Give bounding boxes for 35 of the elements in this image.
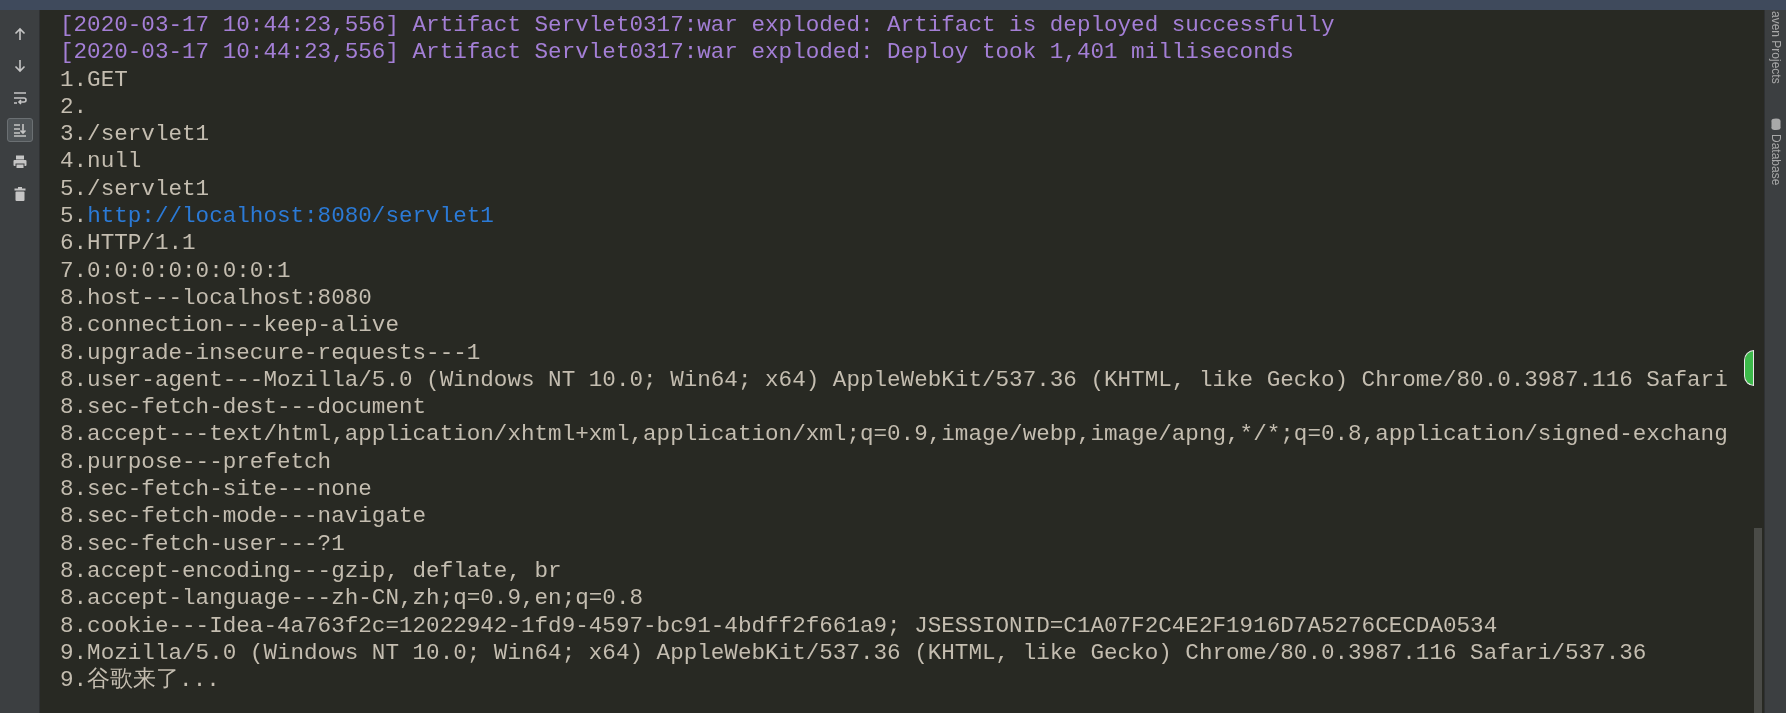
url-link[interactable]: http://localhost:8080/servlet1 bbox=[87, 203, 494, 231]
output-line: 6.HTTP/1.1 bbox=[60, 230, 196, 258]
status-indicator-icon bbox=[1744, 350, 1754, 386]
output-line: 4.null bbox=[60, 148, 142, 176]
log-line: [2020-03-17 10:44:23,556] Artifact Servlet0317:war exploded: Artifact is deployed successfully bbox=[60, 12, 1335, 40]
output-line: 8.user-agent---Mozilla/5.0 (Windows NT 10.0; Win64; x64) AppleWebKit/537.36 (KHTML, like Gecko) Chrome/80.0.3987.116 Safari bbox=[60, 366, 1728, 395]
scroll-to-end-icon bbox=[11, 122, 28, 138]
output-line: 8.sec-fetch-dest---document bbox=[60, 394, 427, 422]
output-line: 3./servlet1 bbox=[60, 121, 210, 149]
output-line: 8.accept---text/html,application/xhtml+xml,application/xml;q=0.9,image/webp,image/apng,*/*;q=0.8,application/signed-exchang bbox=[60, 421, 1728, 449]
output-line: 9.谷歌来了... bbox=[60, 667, 220, 695]
log-line: [2020-03-17 10:44:23,556] Artifact Servlet0317:war exploded: Deploy took 1,401 milliseconds bbox=[60, 39, 1294, 67]
output-line: 8.accept-language---zh-CN,zh;q=0.9,en;q=0.8 bbox=[60, 585, 643, 613]
output-line: 1.GET bbox=[60, 66, 128, 94]
database-icon bbox=[1770, 117, 1781, 130]
side-tab[interactable]: aven Projects bbox=[1766, 11, 1785, 84]
line-prefix: 5. bbox=[60, 203, 88, 231]
output-line: 7.0:0:0:0:0:0:0:1 bbox=[60, 257, 291, 285]
output-line: 8.purpose---prefetch bbox=[60, 448, 332, 477]
output-line: 9.Mozilla/5.0 (Windows NT 10.0; Win64; x64) AppleWebKit/537.36 (KHTML, like Gecko) Chrome/80.0.3987.116 Safari/537.36 bbox=[60, 639, 1647, 667]
output-line: 5./servlet1 bbox=[60, 175, 210, 204]
output-line: 8.upgrade-insecure-requests---1 bbox=[60, 339, 481, 367]
toolbar-button[interactable] bbox=[6, 118, 33, 142]
output-line: 8.sec-fetch-mode---navigate bbox=[60, 503, 427, 531]
output-line: 8.host---localhost:8080 bbox=[60, 284, 372, 313]
scrollbar-thumb[interactable] bbox=[1754, 528, 1762, 713]
output-line: 2. bbox=[60, 93, 88, 122]
side-tab[interactable]: Database bbox=[1766, 117, 1785, 186]
output-line: 8.connection---keep-alive bbox=[60, 312, 399, 340]
output-line: 8.sec-fetch-site---none bbox=[60, 476, 372, 504]
output-line: 8.accept-encoding---gzip, deflate, br bbox=[60, 557, 562, 586]
output-line: 8.cookie---Idea-4a763f2c=12022942-1fd9-4597-bc91-4bdff2f661a9; JSESSIONID=C1A07F2C4E2F1916D7A5276CECDA0534 bbox=[60, 612, 1498, 640]
soft-wrap-icon bbox=[11, 90, 28, 106]
output-line: 8.sec-fetch-user---?1 bbox=[60, 530, 345, 558]
printer-icon bbox=[11, 154, 28, 170]
